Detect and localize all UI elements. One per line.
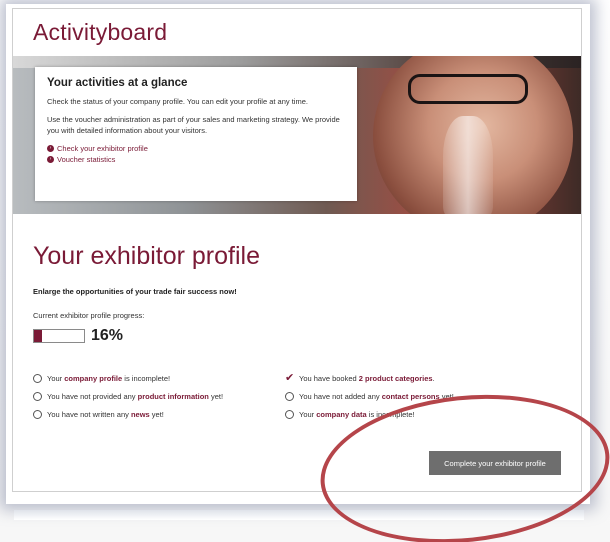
hero-photo-wineglass [443, 116, 493, 214]
product-categories-link[interactable]: 2 product categories [359, 374, 433, 383]
status-item-text: Your company profile is incomplete! [47, 373, 171, 383]
contact-persons-link[interactable]: contact persons [382, 392, 440, 401]
news-link[interactable]: news [131, 410, 150, 419]
progress-label: Current exhibitor profile progress: [33, 311, 145, 320]
empty-circle-icon [33, 373, 42, 383]
status-item-text: You have not provided any product inform… [47, 391, 224, 401]
status-item-company-profile: Your company profile is incomplete! [33, 369, 223, 387]
voucher-statistics-link-label: Voucher statistics [57, 154, 116, 164]
profile-progress-bar [33, 329, 85, 343]
status-item-text: You have booked 2 product categories. [299, 373, 435, 383]
activities-text-1: Check the status of your company profile… [47, 97, 308, 106]
activities-card: Your activities at a glance Check the st… [35, 67, 357, 201]
status-item-text: You have not written any news yet! [47, 409, 164, 419]
empty-circle-icon [33, 409, 42, 419]
profile-progress-fill [34, 330, 42, 342]
voucher-statistics-link[interactable]: › Voucher statistics [47, 155, 345, 164]
empty-circle-icon [285, 409, 294, 419]
check-profile-link-label: Check your exhibitor profile [57, 143, 148, 153]
profile-status-list-left: Your company profile is incomplete! You … [33, 369, 223, 423]
hero-photo-glasses [408, 74, 528, 104]
profile-subtitle: Enlarge the opportunities of your trade … [33, 287, 237, 296]
profile-section-title: Your exhibitor profile [33, 242, 260, 270]
empty-circle-icon [285, 391, 294, 401]
company-data-link[interactable]: company data [316, 410, 366, 419]
activities-heading: Your activities at a glance [47, 77, 188, 89]
check-icon: ✔ [285, 371, 295, 384]
check-profile-link[interactable]: › Check your exhibitor profile [47, 144, 345, 153]
status-item-product-information: You have not provided any product inform… [33, 387, 223, 405]
profile-progress-percent: 16% [91, 327, 124, 344]
status-item-product-categories: ✔ You have booked 2 product categories. [285, 369, 454, 387]
page-title: Activityboard [33, 19, 168, 45]
activities-text-2: Use the voucher administration as part o… [47, 114, 340, 135]
product-information-link[interactable]: product information [138, 392, 209, 401]
status-item-text: You have not added any contact persons y… [299, 391, 454, 401]
empty-circle-icon [33, 391, 42, 401]
status-item-news: You have not written any news yet! [33, 405, 223, 423]
company-profile-link[interactable]: company profile [64, 374, 122, 383]
arrow-circle-icon: › [47, 144, 54, 152]
arrow-circle-icon: › [47, 155, 54, 163]
